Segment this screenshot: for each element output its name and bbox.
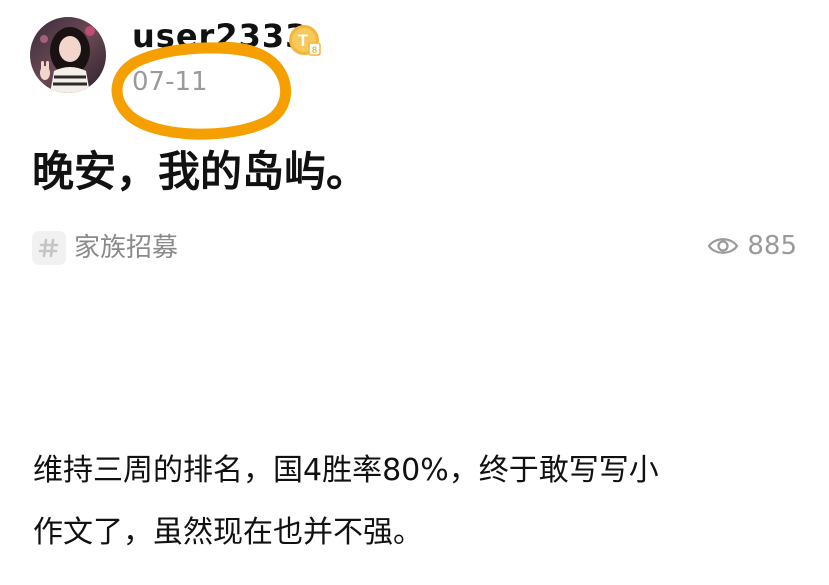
eye-icon [708,238,739,254]
hashtag-icon [32,231,66,265]
badge-level: 8 [312,45,317,55]
view-count: 885 [707,226,797,266]
post-detail-page: user2333 T 8 07-11 晚安，我的岛屿。 家族招募 885 维持三… [0,0,829,585]
post-body-line: 作文了，虽然现在也并不强。 [33,515,423,550]
avatar[interactable] [30,17,106,93]
post-date: 07-11 [132,67,208,97]
topic-tag[interactable]: 家族招募 [32,228,178,268]
topic-tag-label: 家族招募 [74,233,179,263]
level-badge-icon: T 8 [288,24,322,58]
post-body-line: 维持三周的排名，国4胜率80%，终于敢写写小 [33,453,659,488]
badge-letter: T [298,31,309,50]
post-body: 维持三周的排名，国4胜率80%，终于敢写写小 作文了，虽然现在也并不强。 [33,440,803,564]
view-count-value: 885 [747,231,797,261]
post-title: 晚安，我的岛屿。 [32,147,369,196]
author-username[interactable]: user2333 [132,16,308,56]
